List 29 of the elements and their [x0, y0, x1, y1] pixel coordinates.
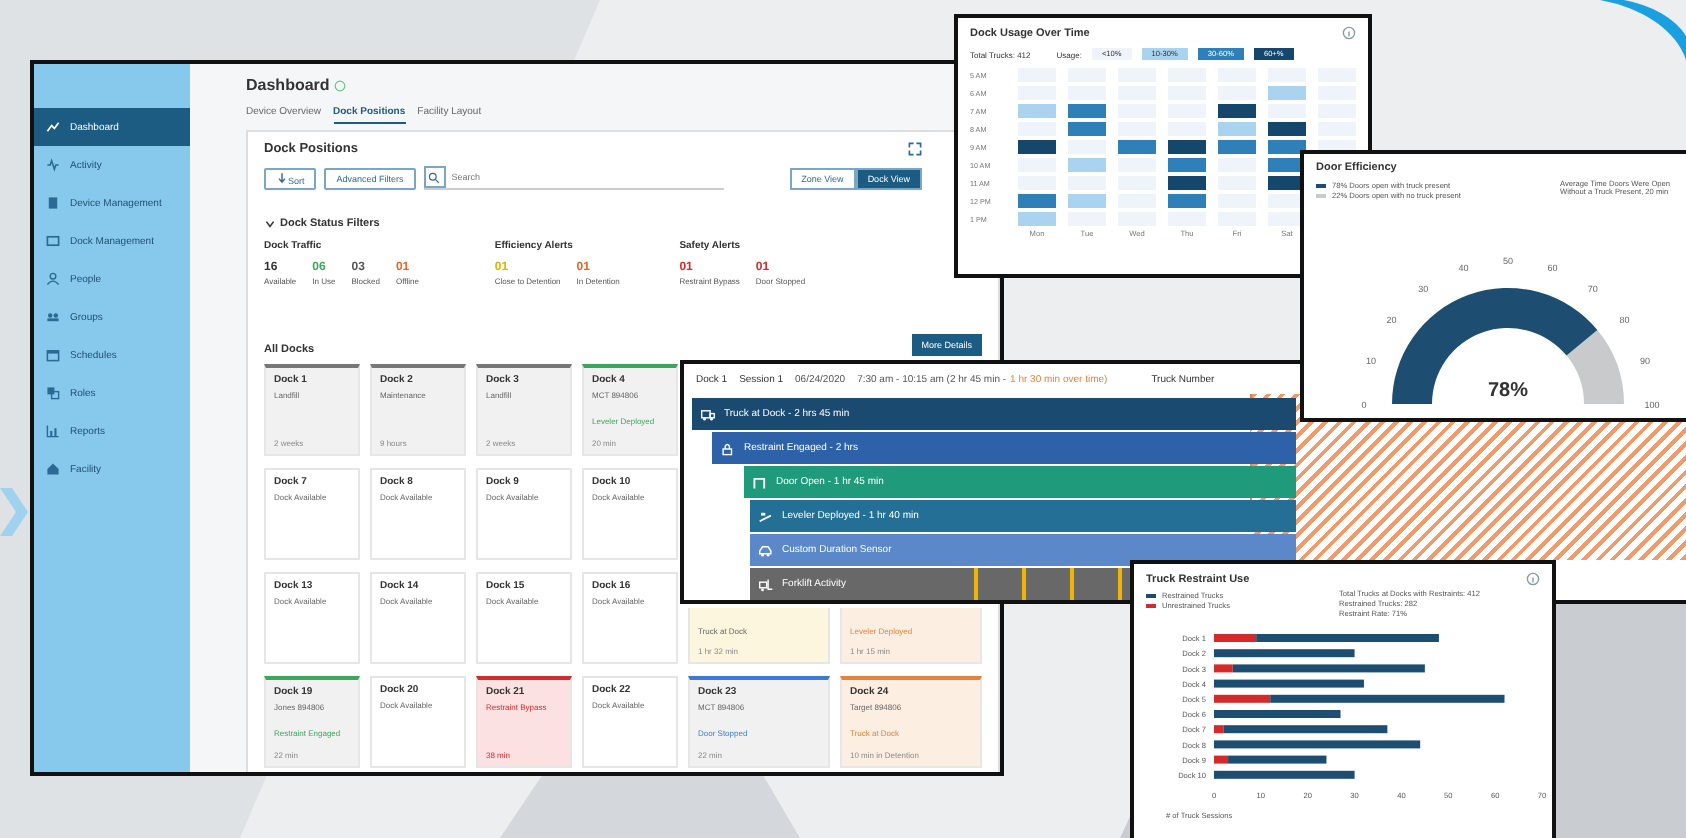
forklift-icon	[758, 577, 774, 591]
info-icon[interactable]	[1342, 26, 1356, 40]
bar-chart-icon	[46, 424, 60, 438]
page-title: Dashboard	[246, 76, 330, 94]
arrow-down-icon	[276, 171, 288, 183]
pulse-icon	[46, 158, 60, 172]
car-icon	[758, 543, 774, 557]
lock-icon	[720, 441, 736, 455]
leveler-icon	[758, 509, 774, 523]
chevron-icon	[0, 488, 28, 536]
arc-shape	[1600, 0, 1686, 60]
bar	[1214, 770, 1355, 779]
truck-icon	[700, 407, 716, 421]
monitor-icon	[46, 234, 60, 248]
chevron-down-icon[interactable]	[264, 218, 276, 230]
bar	[1214, 710, 1341, 718]
gauge-reading: 78%	[1488, 380, 1528, 402]
cards-icon	[46, 386, 60, 400]
calendar-icon	[46, 348, 60, 362]
trend-icon	[46, 120, 60, 134]
info-icon[interactable]	[1526, 572, 1540, 586]
house-icon	[46, 462, 60, 476]
bar	[1214, 649, 1355, 658]
group-icon	[46, 310, 60, 324]
gauge-track	[1566, 330, 1624, 404]
expand-icon[interactable]	[908, 142, 922, 156]
door-icon	[752, 475, 768, 489]
search-icon	[428, 171, 441, 183]
person-icon	[46, 272, 60, 286]
